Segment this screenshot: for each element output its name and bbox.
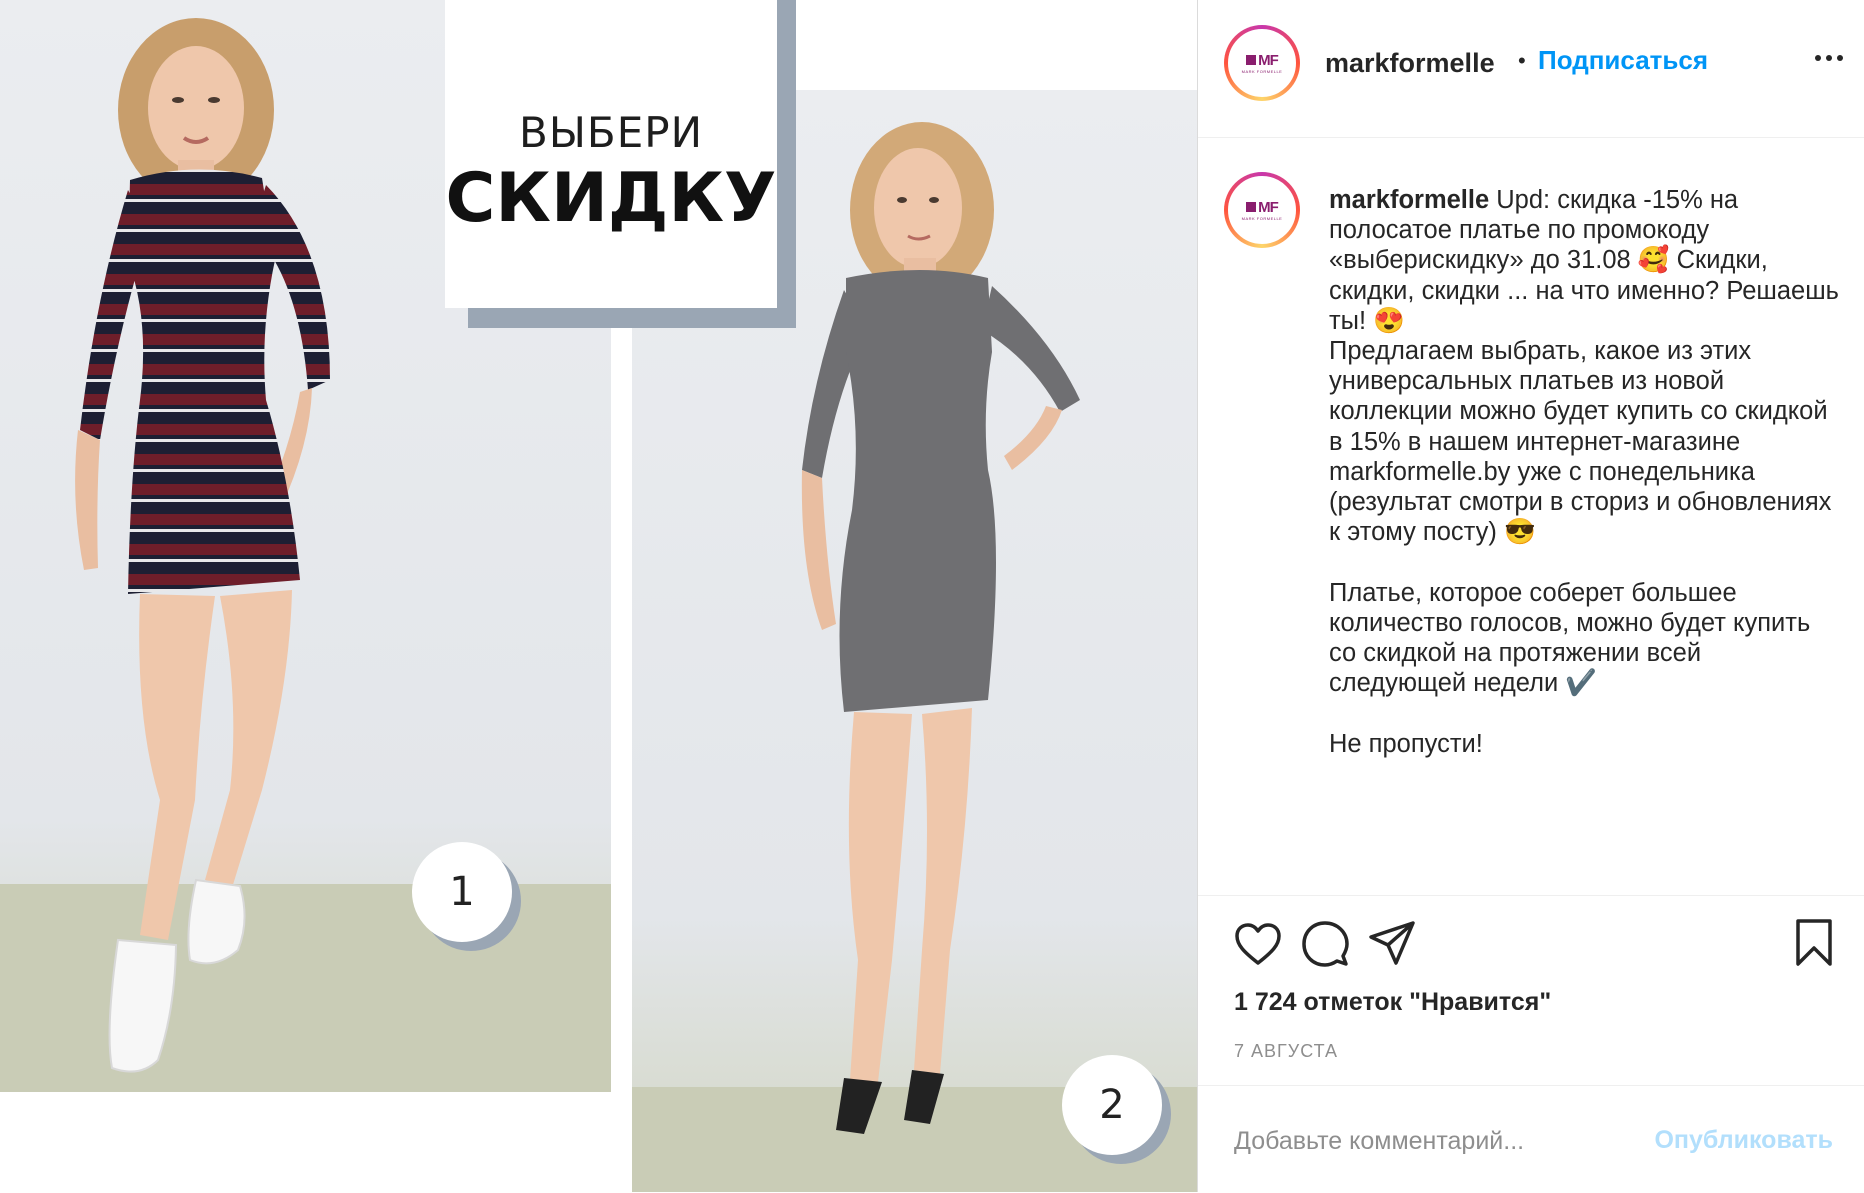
title-card: ВЫБЕРИ СКИДКУ [445, 0, 777, 308]
option-badge-2: 2 [1062, 1055, 1162, 1155]
comment-bar: Опубликовать [1198, 1085, 1864, 1193]
caption-area[interactable]: MF MARK FORMELLE markformelle Upd: скидк… [1198, 138, 1864, 895]
caption-body: Upd: скидка -15% на полосатое платье по … [1329, 186, 1839, 758]
brand-logo: MF MARK FORMELLE [1241, 198, 1283, 221]
caption-text: markformelle Upd: скидка -15% на полосат… [1329, 185, 1839, 759]
caption-username-link[interactable]: markformelle [1329, 186, 1489, 214]
post-sidebar: MF MARK FORMELLE markformelle • Подписат… [1197, 0, 1864, 1192]
brand-logo: MF MARK FORMELLE [1241, 51, 1283, 74]
post-header: MF MARK FORMELLE markformelle • Подписат… [1198, 0, 1864, 138]
separator-dot: • [1518, 48, 1526, 73]
option-badge-1: 1 [412, 842, 512, 942]
comment-input[interactable] [1234, 1121, 1654, 1161]
bookmark-icon[interactable] [1794, 918, 1834, 968]
username-link[interactable]: markformelle [1325, 48, 1495, 79]
likes-count[interactable]: 1 724 отметок "Нравится" [1234, 988, 1551, 1017]
more-icon[interactable] [1815, 55, 1843, 61]
publish-button[interactable]: Опубликовать [1654, 1126, 1833, 1155]
share-icon[interactable] [1368, 920, 1416, 966]
comment-icon[interactable] [1301, 920, 1349, 968]
post-date[interactable]: 7 АВГУСТА [1234, 1041, 1338, 1062]
avatar[interactable]: MF MARK FORMELLE [1224, 25, 1300, 101]
caption-avatar[interactable]: MF MARK FORMELLE [1224, 172, 1300, 248]
follow-button[interactable]: Подписаться [1538, 45, 1708, 76]
heart-icon[interactable] [1234, 922, 1282, 966]
post-media[interactable]: ВЫБЕРИ СКИДКУ 1 2 [0, 0, 1197, 1192]
title-line-2: СКИДКУ [445, 159, 777, 238]
title-line-1: ВЫБЕРИ [519, 108, 703, 157]
